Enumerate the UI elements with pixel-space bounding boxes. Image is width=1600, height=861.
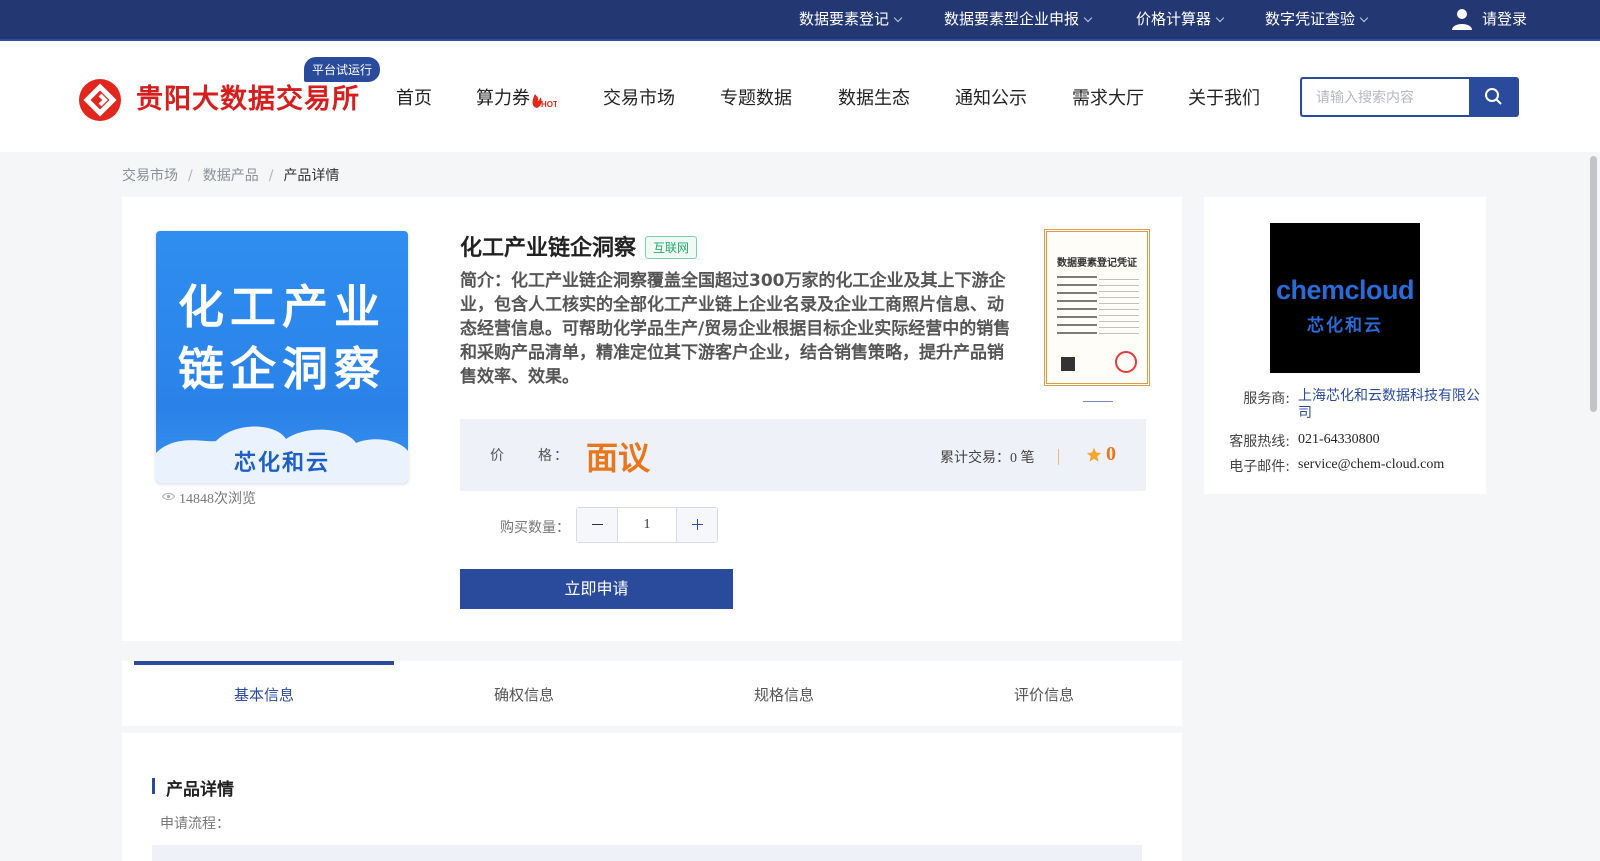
breadcrumb-trade-market[interactable]: 交易市场 bbox=[122, 168, 178, 184]
hot-icon: HOT bbox=[532, 94, 557, 109]
tab-review-info[interactable]: 评价信息 bbox=[914, 661, 1174, 726]
rating-value: 0 bbox=[1106, 443, 1116, 465]
certificate-content bbox=[1057, 274, 1097, 334]
chevron-down-icon bbox=[893, 13, 903, 23]
price-label: 价 格： bbox=[490, 448, 570, 464]
header: 贵阳大数据交易所 平台试运行 首页 算力券 HOT 交易市场 专题数据 数据生态… bbox=[0, 39, 1600, 152]
chevron-down-icon bbox=[1359, 13, 1369, 23]
exchange-logo-icon[interactable] bbox=[79, 79, 121, 121]
search-icon bbox=[1485, 88, 1502, 105]
apply-flow-panel bbox=[152, 845, 1142, 861]
topbar-item-label: 数据要素登记 bbox=[799, 10, 890, 28]
topbar-item-data-registration[interactable]: 数据要素登记 bbox=[799, 0, 903, 39]
topbar-item-label: 数据要素型企业申报 bbox=[944, 10, 1080, 28]
nav-trade-market[interactable]: 交易市场 bbox=[603, 84, 675, 110]
breadcrumb-data-products[interactable]: 数据产品 bbox=[203, 168, 259, 184]
decrease-button[interactable] bbox=[577, 508, 618, 542]
divider bbox=[1058, 449, 1059, 465]
nav-demand-hall[interactable]: 需求大厅 bbox=[1072, 84, 1144, 110]
product-intro: 简介：化工产业链企洞察覆盖全国超过300万家的化工企业及其上下游企业，包含人工核… bbox=[460, 271, 1011, 387]
breadcrumb-current: 产品详情 bbox=[283, 168, 340, 184]
provider-email: service@chem-cloud.com bbox=[1298, 457, 1445, 472]
apply-button[interactable]: 立即申请 bbox=[460, 569, 733, 609]
scrollbar-thumb[interactable] bbox=[1590, 156, 1597, 412]
top-bar: 数据要素登记 数据要素型企业申报 价格计算器 数字凭证查验 请登录 bbox=[0, 0, 1600, 39]
registration-certificate[interactable]: 数据要素登记凭证 bbox=[1044, 229, 1150, 386]
provider-card: chemcloud 芯化和云 服务商: 上海芯化和云数据科技有限公司 客服热线:… bbox=[1204, 197, 1486, 494]
qr-code-icon bbox=[1061, 357, 1075, 371]
provider-company-link[interactable]: 上海芯化和云数据科技有限公司 bbox=[1298, 388, 1482, 422]
topbar-item-label: 数字凭证查验 bbox=[1265, 10, 1356, 28]
product-card: 化工产业 链企洞察 芯化和云 14848次浏览 化工产业链企洞察 互联网 简介：… bbox=[122, 197, 1182, 641]
quantity-label: 购买数量： bbox=[500, 520, 570, 536]
increase-button[interactable] bbox=[676, 508, 717, 542]
tab-rights-info[interactable]: 确权信息 bbox=[394, 661, 654, 726]
nav-compute-voucher[interactable]: 算力券 bbox=[476, 84, 530, 110]
product-detail-section: 产品详情 申请流程： bbox=[122, 733, 1182, 861]
provider-logo-en: chemcloud bbox=[1275, 275, 1415, 305]
view-count-text: 14848次浏览 bbox=[179, 492, 256, 507]
breadcrumb: 交易市场 / 数据产品 / 产品详情 bbox=[122, 165, 339, 185]
nav-data-ecosystem[interactable]: 数据生态 bbox=[838, 84, 910, 110]
svg-text:HOT: HOT bbox=[541, 100, 557, 109]
certificate-text-lines bbox=[1099, 274, 1139, 334]
nav-topic-data[interactable]: 专题数据 bbox=[720, 84, 792, 110]
topbar-item-certificate-verify[interactable]: 数字凭证查验 bbox=[1265, 0, 1369, 39]
search-button[interactable] bbox=[1469, 77, 1519, 117]
search-input[interactable] bbox=[1300, 77, 1470, 117]
certificate-indicator[interactable] bbox=[1083, 401, 1113, 402]
topbar-item-label: 价格计算器 bbox=[1136, 10, 1212, 28]
product-image-line-1: 化工产业 bbox=[178, 280, 386, 334]
trade-count: 累计交易：0 笔 bbox=[940, 451, 1035, 466]
trial-badge: 平台试运行 bbox=[304, 57, 381, 82]
nav-notices[interactable]: 通知公示 bbox=[955, 84, 1027, 110]
topbar-item-price-calculator[interactable]: 价格计算器 bbox=[1136, 0, 1225, 39]
provider-key: 服务商: bbox=[1243, 391, 1290, 407]
chevron-down-icon bbox=[1083, 13, 1093, 23]
view-count: 14848次浏览 bbox=[162, 488, 256, 508]
chevron-down-icon bbox=[1215, 13, 1225, 23]
detail-tabs: 基本信息 确权信息 规格信息 评价信息 bbox=[122, 661, 1182, 726]
login-link[interactable]: 请登录 bbox=[1450, 0, 1527, 39]
nav-home[interactable]: 首页 bbox=[396, 84, 432, 110]
section-heading: 产品详情 bbox=[166, 780, 234, 800]
rating: 0 bbox=[1086, 441, 1116, 466]
tab-spec-info[interactable]: 规格信息 bbox=[654, 661, 914, 726]
provider-hotline: 021-64330800 bbox=[1298, 432, 1380, 447]
category-tag: 互联网 bbox=[645, 236, 698, 259]
product-image-line-2: 链企洞察 bbox=[178, 342, 386, 396]
nav-about-us[interactable]: 关于我们 bbox=[1188, 84, 1260, 110]
certificate-title: 数据要素登记凭证 bbox=[1057, 258, 1137, 269]
star-icon bbox=[1086, 447, 1102, 462]
user-icon bbox=[1452, 9, 1472, 30]
price-value: 面议 bbox=[586, 439, 651, 477]
provider-logo-cn: 芯化和云 bbox=[1307, 316, 1383, 336]
section-marker bbox=[152, 778, 155, 794]
quantity-stepper bbox=[576, 507, 718, 543]
apply-flow-label: 申请流程： bbox=[160, 816, 230, 832]
product-image-brand: 芯化和云 bbox=[233, 451, 330, 476]
product-image: 化工产业 链企洞察 芯化和云 bbox=[156, 231, 408, 483]
eye-icon bbox=[162, 493, 175, 500]
seal-icon bbox=[1115, 351, 1137, 373]
breadcrumb-separator: / bbox=[268, 168, 274, 184]
provider-logo[interactable]: chemcloud 芯化和云 bbox=[1270, 223, 1420, 373]
topbar-item-enterprise-declare[interactable]: 数据要素型企业申报 bbox=[944, 0, 1093, 39]
logo-text[interactable]: 贵阳大数据交易所 bbox=[136, 77, 360, 116]
provider-key: 客服热线: bbox=[1229, 434, 1290, 450]
login-label: 请登录 bbox=[1482, 10, 1528, 28]
product-title: 化工产业链企洞察 bbox=[460, 236, 637, 261]
price-panel: 价 格： 面议 累计交易：0 笔 0 bbox=[460, 419, 1146, 491]
quantity-input[interactable] bbox=[619, 508, 675, 542]
tab-basic-info[interactable]: 基本信息 bbox=[134, 661, 394, 726]
breadcrumb-separator: / bbox=[188, 168, 193, 184]
provider-key: 电子邮件: bbox=[1229, 459, 1290, 475]
